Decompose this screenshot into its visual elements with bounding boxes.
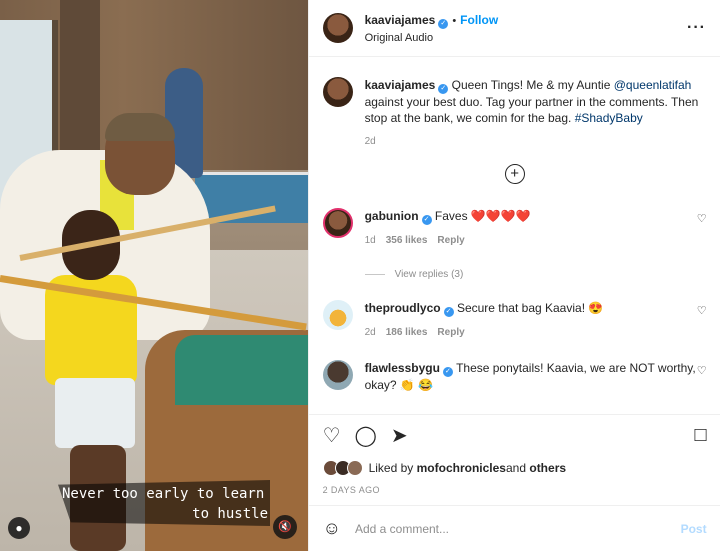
follow-button[interactable]: Follow — [460, 13, 498, 27]
child-shorts — [55, 378, 135, 448]
emoji-icon[interactable]: ☺ — [323, 518, 341, 539]
audio-label[interactable]: Original Audio — [365, 32, 687, 44]
heart-icon[interactable]: ♡ — [323, 423, 341, 448]
video-caption-line: to hustle — [192, 506, 268, 522]
comment-input[interactable] — [352, 520, 681, 537]
post-panel: kaaviajames ✓ • Follow Original Audio ··· k… — [307, 0, 720, 551]
comment-time: 1d — [364, 235, 376, 246]
more-horiz-icon[interactable]: ··· — [687, 19, 706, 37]
caption-body: kaaviajames ✓ Queen Tings! Me & my Auntie… — [365, 77, 706, 150]
comment-text: Faves ❤️❤️❤️❤️ — [434, 209, 531, 223]
avatar[interactable] — [346, 460, 363, 476]
comment-body: theproudlyco ✓ Secure that bag Kaavia! 😍 … — [365, 300, 707, 341]
caption-time: 2d — [364, 136, 376, 147]
view-replies-button[interactable]: View replies (3) — [364, 269, 464, 280]
user-icon[interactable]: ● — [8, 517, 30, 539]
comment-body: flawlessbygu ✓ These ponytails! Kaavia, w… — [365, 360, 707, 393]
post-video[interactable]: Never too early to learn to hustle ● 🔇 — [0, 0, 308, 551]
comment-item: theproudlyco ✓ Secure that bag Kaavia! 😍 … — [322, 300, 707, 341]
verified-icon: ✓ — [443, 307, 454, 317]
instagram-post: Never too early to learn to hustle ● 🔇 k… — [0, 0, 720, 551]
comment-body: gabunion ✓ Faves ❤️❤️❤️❤️ 1d 356 likes Repl… — [365, 208, 707, 249]
load-more-comments-icon[interactable]: + — [504, 164, 525, 184]
avatar[interactable] — [322, 300, 353, 330]
reply-button[interactable]: Reply — [437, 235, 464, 246]
comment-username[interactable]: theproudlyco — [365, 301, 441, 315]
replies-line — [364, 273, 385, 275]
comment-likes[interactable]: 186 likes — [386, 327, 428, 338]
liked-by-middle: and — [505, 461, 527, 475]
comment-meta: 2d 186 likes Reply — [365, 325, 707, 341]
avatar[interactable] — [322, 360, 353, 390]
avatar[interactable] — [322, 77, 353, 107]
comment-item: flawlessbygu ✓ These ponytails! Kaavia, w… — [322, 360, 707, 393]
heart-icon[interactable]: ♡ — [697, 212, 707, 225]
liked-by-others[interactable]: others — [529, 461, 566, 475]
comment-likes[interactable]: 356 likes — [386, 235, 428, 246]
caption-text: against your best duo. Tag your partner … — [364, 95, 699, 125]
liked-by: Liked by mofochronicles and others — [322, 460, 566, 476]
view-replies-label: View replies (3) — [394, 269, 464, 280]
heart-icon[interactable]: ♡ — [697, 304, 707, 317]
video-caption-line: Never too early to learn — [62, 486, 265, 502]
avatar[interactable] — [322, 13, 353, 43]
header-username[interactable]: kaaviajames — [365, 13, 436, 27]
liked-by-user[interactable]: mofochronicles — [417, 461, 506, 475]
avatar[interactable] — [322, 208, 353, 238]
caption-text: Queen Tings! Me & my Auntie — [448, 78, 614, 92]
post-date: 2 DAYS AGO — [322, 485, 380, 495]
mute-icon[interactable]: 🔇 — [273, 515, 297, 539]
pool-table-felt — [175, 335, 308, 405]
verified-icon: ✓ — [438, 18, 449, 29]
comment-text: Secure that bag Kaavia! 😍 — [456, 301, 604, 315]
post-caption: kaaviajames ✓ Queen Tings! Me & my Auntie… — [309, 57, 720, 150]
adult-hair — [105, 113, 175, 141]
comment-username[interactable]: gabunion — [365, 209, 419, 223]
verified-icon: ✓ — [442, 367, 453, 377]
verified-icon: ✓ — [438, 84, 449, 94]
caption-username[interactable]: kaaviajames — [365, 78, 436, 92]
heart-icon[interactable]: ♡ — [697, 364, 707, 377]
comment-icon[interactable]: ◯ — [355, 423, 377, 448]
separator-dot: • — [452, 14, 457, 27]
liked-by-prefix: Liked by — [368, 461, 414, 475]
share-icon[interactable]: ➤ — [391, 423, 408, 448]
hashtag-link[interactable]: #ShadyBaby — [575, 111, 643, 125]
video-caption: Never too early to learn to hustle — [62, 484, 268, 524]
verified-icon: ✓ — [421, 215, 432, 225]
header-names: kaaviajames ✓ • Follow Original Audio — [365, 13, 687, 44]
post-header: kaaviajames ✓ • Follow Original Audio ··· — [308, 0, 720, 57]
post-button[interactable]: Post — [681, 522, 707, 536]
bookmark-icon[interactable]: □ — [694, 424, 706, 447]
liker-avatars — [322, 460, 363, 476]
comment-meta: 1d 356 likes Reply — [365, 233, 707, 249]
comment-item: gabunion ✓ Faves ❤️❤️❤️❤️ 1d 356 likes Repl… — [322, 208, 707, 249]
add-comment-bar: ☺ Post — [308, 505, 720, 551]
mention-link[interactable]: @queenlatifah — [614, 78, 692, 92]
reply-button[interactable]: Reply — [437, 327, 464, 338]
comment-time: 2d — [364, 327, 376, 338]
comment-username[interactable]: flawlessbygu — [365, 361, 440, 375]
action-bar: ♡ ◯ ➤ □ — [308, 414, 720, 456]
